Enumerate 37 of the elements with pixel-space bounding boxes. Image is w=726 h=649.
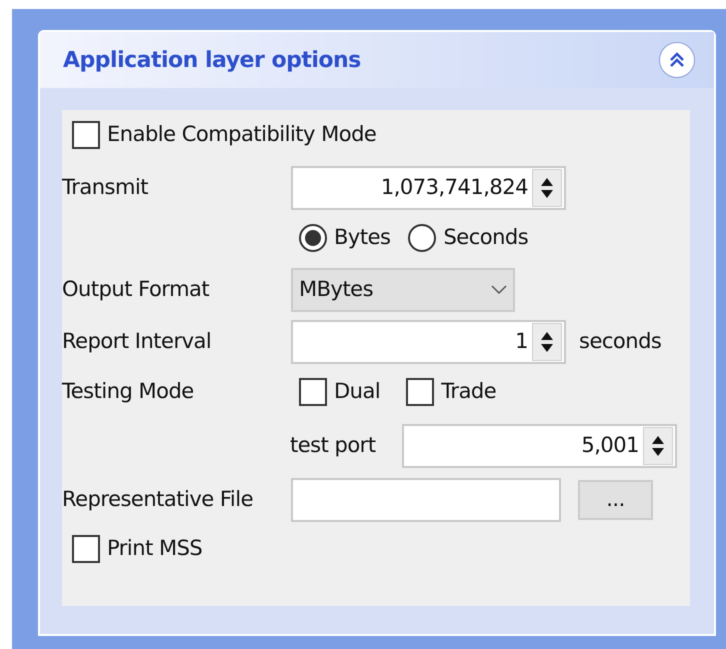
report-interval-field[interactable]: 1 [291,320,566,364]
checkbox[interactable] [299,378,327,406]
radio-button[interactable] [299,224,327,252]
chevron-down-icon [491,285,507,295]
unit-label: seconds [579,328,662,356]
test-port-field[interactable]: 5,001 [402,424,677,468]
up-arrow-icon [652,436,664,444]
checkbox-label: Dual [334,378,380,406]
checkbox[interactable] [406,378,434,406]
output-format-dropdown[interactable]: MBytes [291,268,515,312]
up-arrow-icon [541,178,553,186]
down-arrow-icon [541,344,553,352]
radio-button[interactable] [408,224,436,252]
up-arrow-icon [541,332,553,340]
checkbox[interactable] [72,121,100,149]
checkbox-label: Print MSS [107,535,202,562]
down-arrow-icon [541,190,553,198]
spin-buttons[interactable] [532,323,562,361]
spin-buttons[interactable] [532,169,562,207]
radio-label: Bytes [334,224,390,252]
collapse-button[interactable] [659,42,695,78]
transmit-field[interactable]: 1,073,741,824 [291,166,566,210]
field-label: Report Interval [62,328,212,356]
field-label: Representative File [62,486,254,514]
field-label: Output Format [62,276,210,304]
field-label: Transmit [62,174,150,202]
field-label: Testing Mode [62,378,195,406]
down-arrow-icon [652,448,664,456]
checkbox[interactable] [72,535,100,563]
checkbox-label: Enable Compatibility Mode [107,121,376,148]
checkbox-label: Trade [441,378,496,406]
radio-label: Seconds [443,224,528,252]
panel-title: Application layer options [63,46,361,74]
browse-button[interactable]: ... [578,480,653,520]
file-path-field[interactable] [291,478,561,522]
spin-buttons[interactable] [643,427,673,465]
field-label: test port [290,432,377,460]
